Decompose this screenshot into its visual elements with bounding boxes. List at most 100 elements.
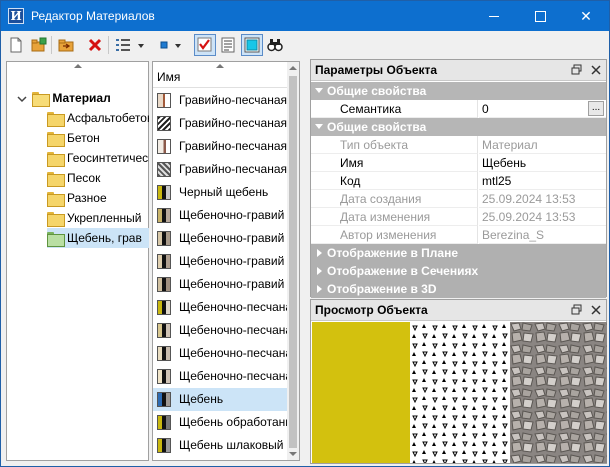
minimize-button[interactable] [471,1,517,31]
list-item[interactable]: Щебень [153,388,289,411]
property-row-code[interactable]: Код mtl25 [311,172,606,190]
material-swatch-icon [157,231,171,246]
property-value[interactable]: mtl25 [479,172,606,190]
app-icon: И [8,8,24,24]
category-general-2[interactable]: Общие свойства [311,118,606,136]
text-document-icon [221,37,235,53]
category-display-plan[interactable]: Отображение в Плане [311,244,606,262]
color-dropdown[interactable] [173,34,183,56]
list-item[interactable]: Щебень шлаковый [153,434,289,457]
scroll-up-arrow[interactable] [289,66,297,70]
list-item[interactable]: Щебеночно-песчана [153,365,289,388]
list-item[interactable]: Щебеночно-гравий [153,273,289,296]
list-item[interactable]: Гравийно-песчаная [153,112,289,135]
list-item-label: Щебень обработанн [179,415,289,429]
list-item[interactable]: Щебень обработанн [153,411,289,434]
list-item-label: Щебеночно-песчана [179,300,289,314]
material-swatch-icon [157,438,171,453]
find-button[interactable] [264,34,286,56]
category-general-1[interactable]: Общие свойства [311,82,606,100]
toolbar-separator [108,36,109,54]
binoculars-icon [267,39,283,52]
material-swatch-icon [157,415,171,430]
tree-item-sand[interactable]: Песок [47,168,149,188]
property-row-semantics[interactable]: Семантика 0... [311,100,606,118]
property-name: Код [311,172,478,190]
edit-semantics-button[interactable]: ... [588,101,604,116]
property-value: 25.09.2024 13:53 [479,190,606,208]
materials-list-panel[interactable]: Имя Гравийно-песчаная Гравийно-песчаная … [152,61,300,461]
tree-item-reinforced[interactable]: Укрепленный [47,208,149,228]
new-document-button[interactable] [5,34,27,56]
property-value-semantics[interactable]: 0... [479,100,606,118]
tree-root-material[interactable]: Материал [15,88,149,108]
folder-icon [47,192,65,208]
open-button[interactable] [28,34,50,56]
preview-3d-texture [510,322,607,463]
import-button[interactable] [55,34,77,56]
toggle-check-button[interactable] [194,34,216,56]
list-item[interactable]: Щебеночно-песчана [153,319,289,342]
float-window-icon[interactable] [571,64,583,76]
property-row-author[interactable]: Автор изменения Berezina_S [311,226,606,244]
scroll-down-arrow[interactable] [289,452,297,456]
material-swatch-icon [157,139,171,154]
property-row-object-type[interactable]: Тип объекта Материал [311,136,606,154]
list-item[interactable]: Щебеночно-гравий [153,227,289,250]
list-item[interactable]: Щебеночно-песчана [153,296,289,319]
tree-item-gravel[interactable]: Щебень, грав [47,228,149,248]
open-folder-icon [31,37,47,52]
scroll-thumb[interactable] [289,76,297,448]
property-value[interactable]: Щебень [479,154,606,172]
material-swatch-icon [157,208,171,223]
document-view-button[interactable] [217,34,239,56]
category-display-sections[interactable]: Отображение в Сечениях [311,262,606,280]
tree-item-misc[interactable]: Разное [47,188,149,208]
property-name: Тип объекта [311,136,478,154]
list-scrollbar[interactable] [287,62,299,460]
list-item[interactable]: Щебеночно-песчана [153,342,289,365]
tree-item-label: Геосинтетические [67,151,149,165]
list-item[interactable]: Черный щебень [153,181,289,204]
list-item-label: Щебеночно-песчана [179,323,289,337]
float-window-icon[interactable] [571,304,583,316]
maximize-button[interactable] [517,1,563,31]
list-item[interactable]: Гравийно-песчаная [153,89,289,112]
list-item-label: Щебеночно-гравий [179,231,285,245]
color-button[interactable] [153,34,175,56]
list-column-header-name[interactable]: Имя [153,66,299,88]
tree-item-label: Щебень, грав [67,231,142,245]
property-row-name[interactable]: Имя Щебень [311,154,606,172]
list-item-label: Гравийно-песчаная [179,139,288,153]
property-row-created[interactable]: Дата создания 25.09.2024 13:53 [311,190,606,208]
list-item[interactable]: Щебеночно-гравий [153,204,289,227]
list-item-label: Щебеночно-песчана [179,369,289,383]
view-mode-dropdown[interactable] [136,34,146,56]
tree-item-asphalt[interactable]: Асфальтобетон [47,108,149,128]
list-item[interactable]: Гравийно-песчаная [153,135,289,158]
material-swatch-icon [157,277,171,292]
close-button[interactable]: ✕ [563,1,609,31]
property-row-modified[interactable]: Дата изменения 25.09.2024 13:53 [311,208,606,226]
properties-panel-title: Параметры Объекта [311,60,606,81]
property-value: 25.09.2024 13:53 [479,208,606,226]
category-tree-panel[interactable]: Материал Асфальтобетон Бетон Геосинтетич… [6,61,149,461]
folder-icon [47,132,65,148]
list-item-label: Щебеночно-песчана [179,346,289,360]
close-panel-icon[interactable] [590,304,602,316]
list-item[interactable]: Щебеночно-гравий [153,250,289,273]
new-document-icon [10,37,22,53]
tree-item-geosynthetics[interactable]: Геосинтетические [47,148,149,168]
tree-item-concrete[interactable]: Бетон [47,128,149,148]
tree-item-label: Разное [67,191,107,205]
list-item[interactable]: Гравийно-песчаная [153,158,289,181]
title-bar[interactable]: И Редактор Материалов ✕ [1,1,609,31]
category-display-3d[interactable]: Отображение в 3D [311,280,606,298]
preview-toggle-button[interactable] [241,34,263,56]
view-mode-button[interactable] [112,34,134,56]
tree-scroll-up[interactable] [7,62,148,72]
delete-button[interactable] [84,34,106,56]
folder-arrow-icon [58,39,74,52]
preview-window-icon [244,37,260,53]
close-panel-icon[interactable] [590,64,602,76]
